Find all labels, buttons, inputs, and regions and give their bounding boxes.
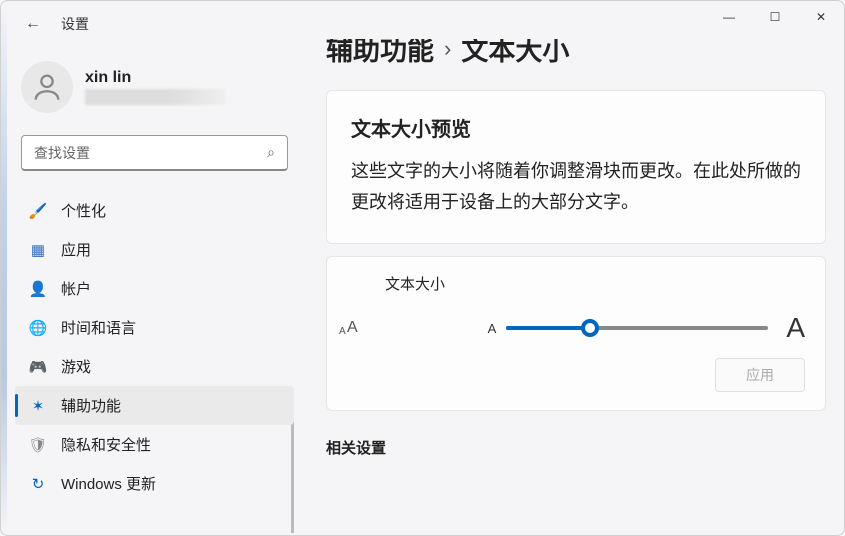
sidebar-item-privacy[interactable]: 🛡 隐私和安全性: [15, 425, 294, 464]
text-size-slider[interactable]: [506, 326, 768, 330]
breadcrumb-parent[interactable]: 辅助功能: [326, 39, 434, 68]
maximize-button[interactable]: ☐: [752, 1, 798, 33]
avatar: [21, 61, 73, 113]
slider-thumb[interactable]: [581, 319, 599, 337]
preview-title: 文本大小预览: [351, 113, 801, 142]
slider-fill: [506, 326, 590, 330]
sidebar-item-label: Windows 更新: [61, 473, 156, 494]
sidebar-item-apps[interactable]: ▦ 应用: [15, 230, 294, 269]
accessibility-icon: ✶: [29, 397, 47, 415]
sidebar-item-personalization[interactable]: 🖌️ 个性化: [15, 191, 294, 230]
sidebar-item-time-language[interactable]: 🌐 时间和语言: [15, 308, 294, 347]
privacy-icon: 🛡: [29, 436, 47, 454]
slider-label: 文本大小: [385, 273, 805, 294]
sidebar-item-gaming[interactable]: 🎮 游戏: [15, 347, 294, 386]
text-size-card: 文本大小 A A A 应用: [326, 256, 826, 411]
personalization-icon: 🖌️: [29, 202, 47, 220]
sidebar-item-update[interactable]: ↻ Windows 更新: [15, 464, 294, 503]
profile-section[interactable]: xin lin: [15, 49, 294, 131]
app-title: 设置: [61, 14, 89, 34]
time-language-icon: 🌐: [29, 319, 47, 337]
slider-min-label: A: [488, 321, 497, 336]
breadcrumb: 辅助功能 › 文本大小: [326, 39, 826, 68]
sidebar-item-label: 辅助功能: [61, 395, 121, 416]
sidebar-item-label: 游戏: [61, 356, 91, 377]
preview-card: 文本大小预览 这些文字的大小将随着你调整滑块而更改。在此处所做的更改将适用于设备…: [326, 90, 826, 244]
search-icon: ⌕: [267, 144, 275, 161]
profile-email: [85, 89, 225, 105]
main-content: 辅助功能 › 文本大小 文本大小预览 这些文字的大小将随着你调整滑块而更改。在此…: [306, 39, 844, 533]
update-icon: ↻: [29, 475, 47, 493]
slider-max-label: A: [786, 312, 805, 344]
profile-name: xin lin: [85, 69, 225, 87]
sidebar: xin lin 查找设置 ⌕ 🖌️ 个性化 ▦ 应用 👤 帐户 🌐 时间和语言 🎮 游戏 ✶ 辅助功能…: [1, 39, 306, 533]
sidebar-item-label: 隐私和安全性: [61, 434, 151, 455]
gaming-icon: 🎮: [29, 358, 47, 376]
sidebar-item-label: 时间和语言: [61, 317, 136, 338]
related-section-title: 相关设置: [326, 437, 826, 458]
apply-button[interactable]: 应用: [715, 358, 805, 392]
text-size-icon: A: [347, 319, 358, 337]
sidebar-item-label: 帐户: [61, 278, 91, 299]
breadcrumb-current: 文本大小: [461, 39, 569, 68]
chevron-right-icon: ›: [444, 39, 451, 62]
search-input[interactable]: 查找设置 ⌕: [21, 135, 288, 171]
preview-text: 这些文字的大小将随着你调整滑块而更改。在此处所做的更改将适用于设备上的大部分文字…: [351, 156, 801, 217]
sidebar-item-accessibility[interactable]: ✶ 辅助功能: [15, 386, 294, 425]
accounts-icon: 👤: [29, 280, 47, 298]
minimize-button[interactable]: —: [706, 1, 752, 33]
nav-list: 🖌️ 个性化 ▦ 应用 👤 帐户 🌐 时间和语言 🎮 游戏 ✶ 辅助功能 🛡 隐私和安全性 ↻ Windows…: [15, 191, 294, 503]
apps-icon: ▦: [29, 241, 47, 259]
search-placeholder: 查找设置: [34, 143, 267, 163]
sidebar-item-label: 应用: [61, 239, 91, 260]
back-button[interactable]: ←: [19, 11, 47, 37]
close-button[interactable]: ✕: [798, 1, 844, 33]
sidebar-item-accounts[interactable]: 👤 帐户: [15, 269, 294, 308]
sidebar-item-label: 个性化: [61, 200, 106, 221]
